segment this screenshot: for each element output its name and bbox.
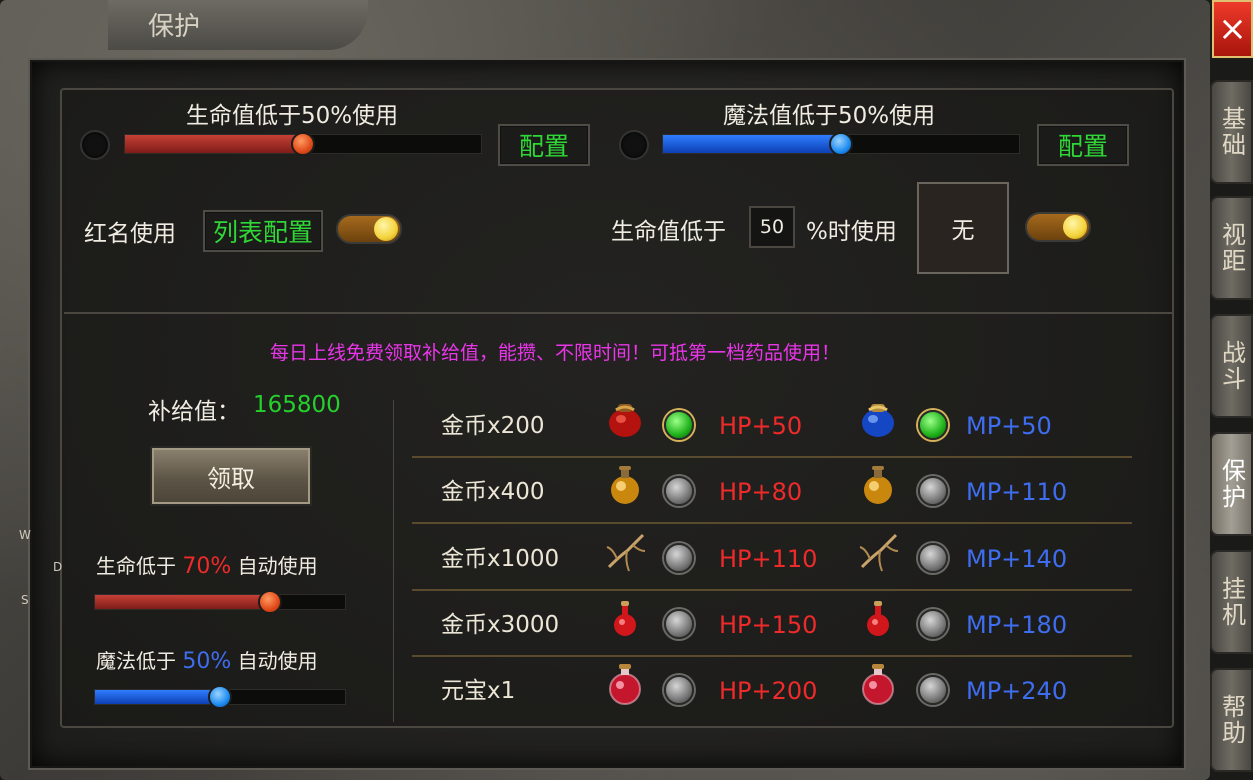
daily-notice: 每日上线免费领取补给值，能攒、不限时间！可抵第一档药品使用！ bbox=[270, 342, 841, 364]
large-red-flask-icon bbox=[603, 661, 647, 705]
red-name-label: 红名使用 bbox=[84, 221, 176, 247]
hp-use-fill bbox=[125, 135, 303, 153]
hp-select-toggle[interactable] bbox=[664, 609, 694, 639]
mp-use-label: 魔法值低于50%使用 bbox=[723, 103, 936, 129]
small-red-flask-icon bbox=[603, 595, 647, 639]
item-slot[interactable]: 无 bbox=[917, 182, 1009, 274]
divider bbox=[64, 312, 1172, 314]
hp-value: HP+50 bbox=[719, 412, 803, 440]
mp-select-toggle[interactable] bbox=[918, 476, 948, 506]
gold-flask-icon bbox=[603, 462, 647, 506]
potion-cost: 金币x200 bbox=[441, 413, 545, 439]
mp-value: MP+180 bbox=[966, 611, 1068, 639]
supply-value: 165800 bbox=[253, 392, 341, 418]
compass-d: D bbox=[53, 560, 63, 574]
hp-config-button[interactable]: 配置 bbox=[498, 124, 590, 166]
hp-item-prefix: 生命值低于 bbox=[611, 219, 726, 245]
auto-mp-slider[interactable] bbox=[94, 685, 346, 709]
hp-value: HP+200 bbox=[719, 677, 818, 705]
blue-pot-icon bbox=[856, 396, 900, 440]
auto-hp-label: 生命低于 70% 自动使用 bbox=[96, 550, 318, 579]
hp-item-toggle[interactable] bbox=[1025, 212, 1091, 242]
potion-cost: 金币x1000 bbox=[441, 546, 560, 572]
red-name-toggle[interactable] bbox=[336, 214, 402, 244]
hp-use-radio[interactable] bbox=[80, 130, 110, 160]
auto-mp-value: 50% bbox=[182, 649, 232, 674]
mp-use-radio[interactable] bbox=[619, 130, 649, 160]
auto-hp-slider[interactable] bbox=[94, 590, 346, 614]
hp-item-suffix: %时使用 bbox=[806, 219, 897, 245]
auto-hp-prefix: 生命低于 bbox=[96, 554, 176, 578]
side-tab[interactable]: 保护 bbox=[1210, 432, 1253, 536]
gold-flask-icon bbox=[856, 462, 900, 506]
divider bbox=[393, 400, 394, 722]
window-title: 保护 bbox=[108, 0, 368, 50]
side-tab[interactable]: 挂机 bbox=[1210, 550, 1253, 654]
hp-value: HP+150 bbox=[719, 611, 818, 639]
mp-select-toggle[interactable] bbox=[918, 410, 948, 440]
auto-hp-value: 70% bbox=[182, 554, 232, 579]
auto-mp-knob[interactable] bbox=[208, 685, 232, 709]
row-divider bbox=[412, 456, 1132, 458]
hp-value: HP+80 bbox=[719, 478, 803, 506]
ginseng-root-icon bbox=[603, 529, 647, 573]
close-icon: × bbox=[1218, 9, 1247, 49]
compass-s: S bbox=[21, 593, 29, 607]
mp-config-button[interactable]: 配置 bbox=[1037, 124, 1129, 166]
hp-use-label: 生命值低于50%使用 bbox=[186, 103, 399, 129]
toggle-knob bbox=[374, 217, 398, 241]
claim-button[interactable]: 领取 bbox=[150, 446, 312, 506]
potion-cost: 金币x3000 bbox=[441, 612, 560, 638]
mp-value: MP+110 bbox=[966, 478, 1068, 506]
auto-mp-fill bbox=[95, 690, 220, 704]
auto-hp-suffix: 自动使用 bbox=[237, 554, 318, 578]
potion-cost: 元宝x1 bbox=[441, 678, 516, 704]
close-button[interactable]: × bbox=[1212, 0, 1253, 58]
hp-item-threshold-input[interactable]: 50 bbox=[749, 206, 795, 248]
auto-mp-suffix: 自动使用 bbox=[237, 649, 318, 673]
hp-select-toggle[interactable] bbox=[664, 675, 694, 705]
red-pot-icon bbox=[603, 396, 647, 440]
auto-mp-label: 魔法低于 50% 自动使用 bbox=[96, 645, 318, 674]
mp-value: MP+240 bbox=[966, 677, 1068, 705]
auto-hp-knob[interactable] bbox=[258, 590, 282, 614]
row-divider bbox=[412, 522, 1132, 524]
auto-mp-prefix: 魔法低于 bbox=[96, 649, 176, 673]
side-tab[interactable]: 视距 bbox=[1210, 196, 1253, 300]
mp-use-knob[interactable] bbox=[829, 132, 853, 156]
mp-value: MP+140 bbox=[966, 545, 1068, 573]
supply-label: 补给值： bbox=[148, 399, 240, 425]
auto-hp-fill bbox=[95, 595, 270, 609]
list-config-button[interactable]: 列表配置 bbox=[203, 210, 323, 252]
mp-select-toggle[interactable] bbox=[918, 543, 948, 573]
side-tab[interactable]: 帮助 bbox=[1210, 668, 1253, 772]
ginseng-root-icon bbox=[856, 529, 900, 573]
hp-select-toggle[interactable] bbox=[664, 543, 694, 573]
side-tab[interactable]: 基础 bbox=[1210, 80, 1253, 184]
hp-use-knob[interactable] bbox=[291, 132, 315, 156]
potion-cost: 金币x400 bbox=[441, 479, 545, 505]
small-red-flask-icon bbox=[856, 595, 900, 639]
hp-select-toggle[interactable] bbox=[664, 410, 694, 440]
row-divider bbox=[412, 655, 1132, 657]
large-red-flask-icon bbox=[856, 661, 900, 705]
mp-value: MP+50 bbox=[966, 412, 1052, 440]
mp-select-toggle[interactable] bbox=[918, 609, 948, 639]
row-divider bbox=[412, 589, 1132, 591]
mp-use-slider[interactable] bbox=[662, 132, 1020, 156]
mp-use-fill bbox=[663, 135, 841, 153]
mp-select-toggle[interactable] bbox=[918, 675, 948, 705]
hp-use-slider[interactable] bbox=[124, 132, 482, 156]
hp-value: HP+110 bbox=[719, 545, 818, 573]
hp-select-toggle[interactable] bbox=[664, 476, 694, 506]
side-tab[interactable]: 战斗 bbox=[1210, 314, 1253, 418]
compass-w: W bbox=[19, 528, 31, 542]
toggle-knob bbox=[1063, 215, 1087, 239]
